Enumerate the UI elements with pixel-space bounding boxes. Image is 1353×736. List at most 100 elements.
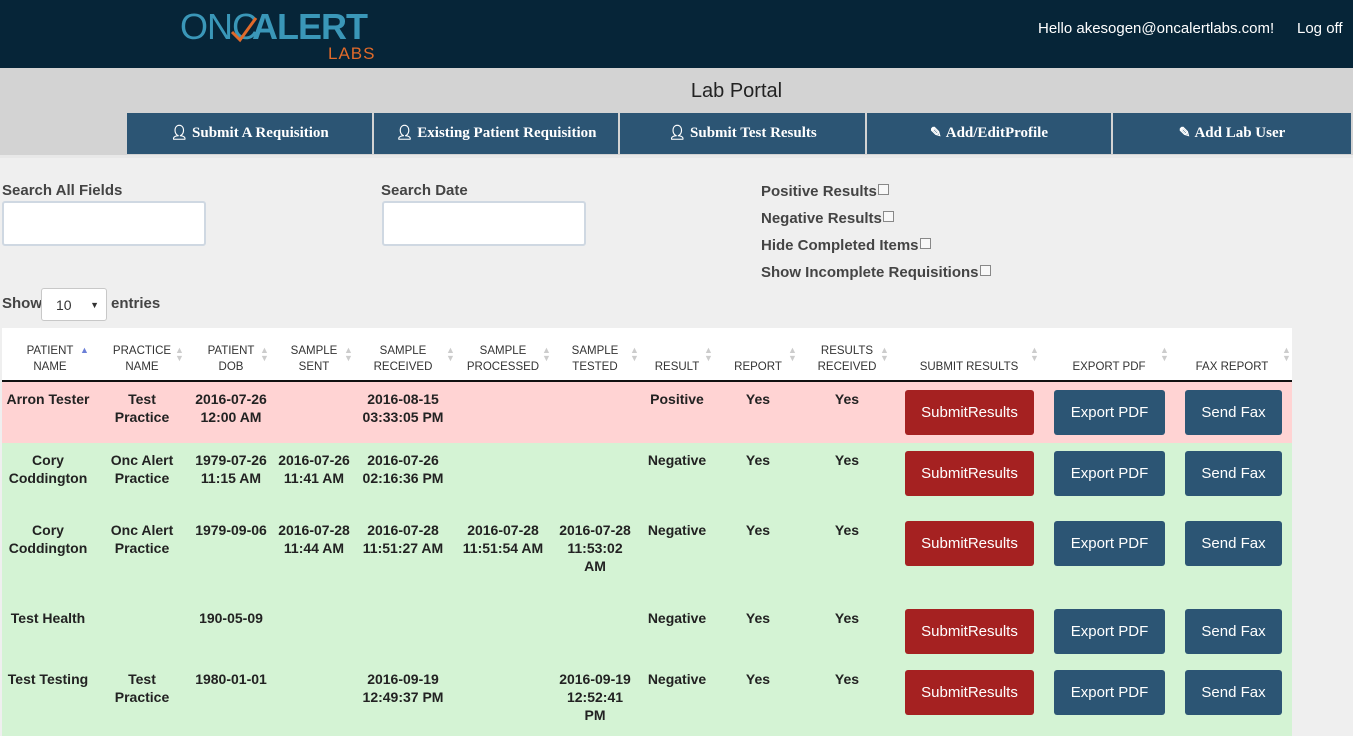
submit-test-results-button[interactable]: 👤︎ Submit Test Results [620, 113, 867, 154]
col-sample-tested[interactable]: SAMPLE TESTED [558, 328, 632, 380]
cell-sample-processed: 2016-07-28 11:51:54 AM [462, 522, 544, 556]
table-row: Test Testing Test Practice 1980-01-01 2016-… [2, 662, 1292, 736]
cell-report: Yes [745, 610, 771, 626]
nav-label: Submit A Requisition [192, 125, 329, 141]
export-pdf-button[interactable]: Export PDF [1054, 521, 1165, 566]
show-label: Show [2, 295, 42, 312]
sort-icon: ▲ ▼ [1030, 345, 1039, 363]
cell-patient-dob: 1979-09-06 [195, 522, 267, 538]
col-sample-received[interactable]: SAMPLE RECEIVED [362, 328, 444, 380]
cell-results-received: Yes [834, 610, 860, 626]
submit-requisition-button[interactable]: 👤︎ Submit A Requisition [127, 113, 374, 154]
positive-results-checkbox[interactable] [877, 184, 889, 195]
checkbox-label: Negative Results [761, 210, 882, 227]
submit-results-button[interactable]: SubmitResults [905, 451, 1034, 496]
col-patient-dob[interactable]: PATIENT DOB [192, 328, 270, 380]
cell-report: Yes [745, 452, 771, 468]
submit-results-button[interactable]: SubmitResults [905, 390, 1034, 435]
cell-sample-sent: 2016-07-28 11:44 AM [278, 522, 350, 556]
col-sample-sent[interactable]: SAMPLE SENT [278, 328, 350, 380]
requisitions-table: PATIENT NAME ▲ PRACTICE NAME ▲ ▼ PATIENT DOB… [2, 328, 1292, 736]
col-patient-name[interactable]: PATIENT NAME [10, 328, 90, 380]
submit-results-button[interactable]: SubmitResults [905, 521, 1034, 566]
show-incomplete-checkbox[interactable] [979, 265, 991, 276]
entries-per-page-select[interactable]: 10 ▼ [41, 288, 107, 321]
cell-practice-name: Onc Alert Practice [110, 522, 174, 556]
checkbox-label: Show Incomplete Requisitions [761, 264, 979, 281]
export-pdf-button[interactable]: Export PDF [1054, 670, 1165, 715]
cell-result: Positive [650, 391, 704, 407]
sort-icon: ▲ ▼ [542, 345, 551, 363]
hide-completed-checkbox[interactable] [919, 238, 931, 249]
edit-icon: ✎ [930, 126, 942, 141]
cell-sample-received: 2016-08-15 03:33:05 PM [362, 391, 444, 425]
export-pdf-button[interactable]: Export PDF [1054, 451, 1165, 496]
col-export-pdf[interactable]: EXPORT PDF [1052, 328, 1166, 380]
user-icon: 👤︎ [170, 126, 189, 141]
user-greeting: Hello akesogen@oncalertlabs.com! [1038, 20, 1275, 37]
cell-patient-name: Test Testing [7, 671, 89, 687]
col-sample-processed[interactable]: SAMPLE PROCESSED [460, 328, 546, 380]
checkbox-label: Hide Completed Items [761, 237, 919, 254]
nav-label: Existing Patient Requisition [417, 125, 597, 141]
send-fax-button[interactable]: Send Fax [1185, 609, 1282, 654]
negative-results-checkbox[interactable] [882, 211, 894, 222]
sort-icon: ▲ ▼ [1282, 345, 1291, 363]
table-row: Test Health 190-05-09 Negative Yes Yes Submit… [2, 601, 1292, 662]
sort-icon: ▲ ▼ [260, 345, 269, 363]
cell-practice-name: Onc Alert Practice [110, 452, 174, 486]
send-fax-button[interactable]: Send Fax [1185, 451, 1282, 496]
search-all-label: Search All Fields [2, 182, 123, 199]
cell-results-received: Yes [834, 522, 860, 538]
portal-nav: 👤︎ Submit A Requisition 👤︎ Existing Pati… [127, 113, 1353, 154]
submit-results-button[interactable]: SubmitResults [905, 609, 1034, 654]
search-date-input[interactable] [382, 201, 586, 246]
table-row: Cory Coddington Onc Alert Practice 1979-07… [2, 443, 1292, 513]
positive-results-filter[interactable]: Positive Results [761, 183, 889, 200]
add-edit-profile-button[interactable]: ✎ Add/EditProfile [867, 113, 1113, 154]
edit-icon: ✎ [1178, 126, 1191, 141]
col-practice-name[interactable]: PRACTICE NAME [102, 328, 182, 380]
send-fax-button[interactable]: Send Fax [1185, 390, 1282, 435]
cell-practice-name: Test Practice [114, 671, 170, 705]
export-pdf-button[interactable]: Export PDF [1054, 390, 1165, 435]
cell-patient-name: Test Health [10, 610, 86, 626]
search-all-input[interactable] [2, 201, 206, 246]
entries-label: entries [111, 295, 161, 312]
sort-icon: ▲ ▼ [788, 345, 797, 363]
send-fax-button[interactable]: Send Fax [1185, 670, 1282, 715]
logo-labs-text: LABS [328, 44, 376, 63]
cell-patient-dob: 2016-07-26 12:00 AM [195, 391, 267, 425]
col-result[interactable]: RESULT [646, 328, 708, 380]
sort-icon: ▲ ▼ [704, 345, 713, 363]
hide-completed-filter[interactable]: Hide Completed Items [761, 237, 931, 254]
negative-results-filter[interactable]: Negative Results [761, 210, 894, 227]
cell-results-received: Yes [834, 452, 860, 468]
sort-asc-icon: ▲ [80, 345, 89, 355]
cell-practice-name: Test Practice [114, 391, 170, 425]
portal-header: Lab Portal 👤︎ Submit A Requisition 👤︎ Ex… [0, 68, 1353, 158]
add-lab-user-button[interactable]: ✎ Add Lab User [1113, 113, 1353, 154]
cell-sample-received: 2016-07-28 11:51:27 AM [362, 522, 444, 556]
col-results-received[interactable]: RESULTS RECEIVED [808, 328, 886, 380]
col-report[interactable]: REPORT [726, 328, 790, 380]
cell-patient-dob: 1979-07-26 11:15 AM [195, 452, 267, 486]
oncalert-labs-logo[interactable]: ONC ALERT LABS [180, 4, 390, 64]
sort-icon: ▲ ▼ [175, 345, 184, 363]
show-incomplete-filter[interactable]: Show Incomplete Requisitions [761, 264, 991, 281]
cell-sample-received: 2016-07-26 02:16:36 PM [362, 452, 444, 486]
submit-results-button[interactable]: SubmitResults [905, 670, 1034, 715]
cell-sample-sent: 2016-07-26 11:41 AM [278, 452, 350, 486]
col-submit-results[interactable]: SUBMIT RESULTS [902, 328, 1036, 380]
existing-patient-requisition-button[interactable]: 👤︎ Existing Patient Requisition [374, 113, 620, 154]
export-pdf-button[interactable]: Export PDF [1054, 609, 1165, 654]
cell-patient-name: Arron Tester [6, 391, 90, 407]
cell-patient-dob: 1980-01-01 [195, 671, 267, 687]
search-date-label: Search Date [381, 182, 468, 199]
nav-label: Add Lab User [1194, 125, 1286, 141]
col-fax-report[interactable]: FAX REPORT [1182, 328, 1282, 380]
cell-sample-tested: 2016-07-28 11:53:02 AM [559, 522, 631, 574]
cell-sample-received: 2016-09-19 12:49:37 PM [362, 671, 444, 705]
logoff-link[interactable]: Log off [1297, 20, 1343, 37]
send-fax-button[interactable]: Send Fax [1185, 521, 1282, 566]
